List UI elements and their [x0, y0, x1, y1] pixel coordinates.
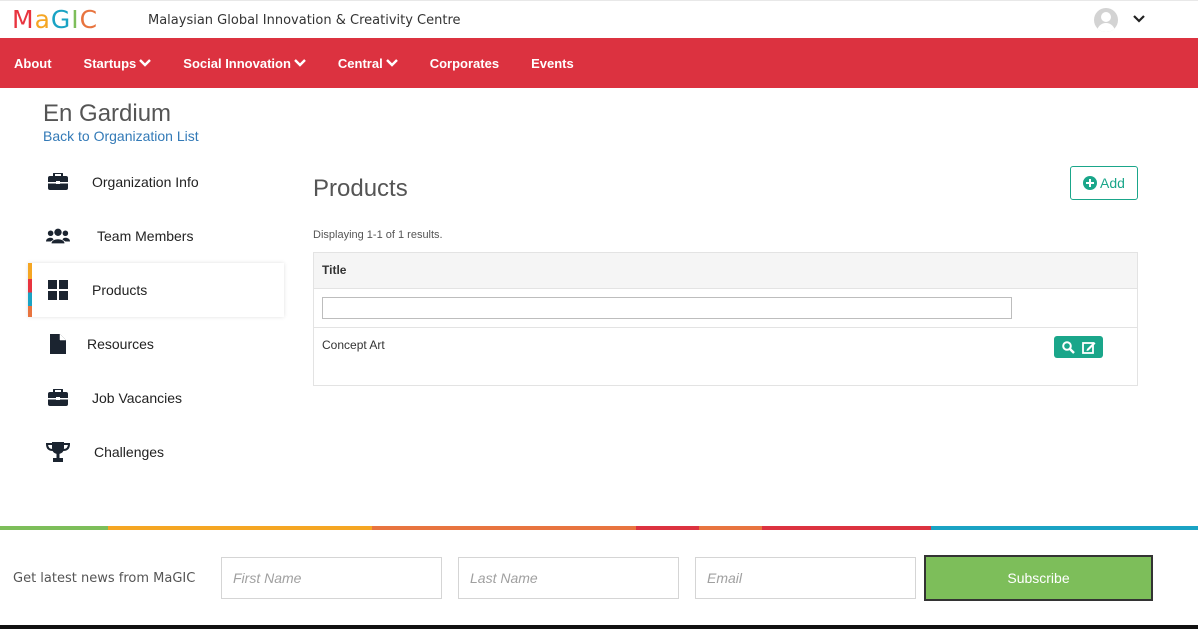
top-header: M a G I C Malaysian Global Innovation & …	[0, 0, 1198, 38]
sidebar-item-label: Job Vacancies	[92, 390, 183, 406]
edit-icon[interactable]	[1081, 341, 1096, 354]
newsletter-label: Get latest news from MaGIC	[13, 571, 196, 586]
nav-social-innovation[interactable]: Social Innovation	[183, 56, 306, 71]
main-navigation: About Startups Social Innovation Central…	[0, 38, 1198, 88]
users-icon	[46, 224, 70, 248]
products-table: Title Concept Art	[313, 252, 1138, 386]
sidebar-item-label: Resources	[87, 336, 154, 352]
nav-label: Central	[337, 55, 383, 71]
organization-name: En Gardium	[43, 100, 172, 127]
nav-label: About	[14, 55, 52, 71]
logo-letter-c: C	[79, 5, 99, 34]
subscribe-button[interactable]: Subscribe	[924, 555, 1153, 601]
nav-label: Corporates	[429, 55, 500, 71]
column-header-title[interactable]: Title	[314, 253, 1137, 289]
sidebar-item-team-members[interactable]: Team Members	[28, 209, 284, 263]
nav-label: Social Innovation	[183, 55, 291, 71]
chevron-down-icon	[139, 59, 152, 67]
email-field[interactable]	[695, 557, 916, 599]
nav-label: Startups	[83, 55, 137, 71]
column-header-label: Title	[322, 263, 347, 277]
chevron-down-icon	[294, 59, 306, 67]
logo-letter-a: a	[34, 5, 51, 34]
sidebar-item-products[interactable]: Products	[28, 263, 284, 317]
nav-corporates[interactable]: Corporates	[430, 56, 499, 71]
add-product-button[interactable]: Add	[1070, 166, 1138, 200]
logo-letter-i: I	[71, 5, 80, 34]
logo-letter-m: M	[12, 5, 35, 34]
grid-icon	[46, 278, 70, 302]
sidebar-item-job-vacancies[interactable]: Job Vacancies	[28, 371, 284, 425]
bottom-border	[0, 625, 1198, 629]
organization-sidebar: Organization Info Team Members Products …	[28, 155, 284, 479]
add-button-label: Add	[1100, 175, 1125, 191]
first-name-field[interactable]	[221, 557, 442, 599]
row-actions	[1054, 336, 1103, 358]
last-name-field[interactable]	[458, 557, 679, 599]
sidebar-item-resources[interactable]: Resources	[28, 317, 284, 371]
filter-row	[314, 289, 1137, 328]
active-indicator	[28, 263, 32, 317]
newsletter-footer: Get latest news from MaGIC Subscribe	[0, 530, 1198, 625]
logo-letter-g: G	[50, 5, 72, 34]
user-avatar-icon[interactable]	[1094, 8, 1118, 32]
nav-startups[interactable]: Startups	[84, 56, 152, 71]
table-row: Concept Art	[314, 328, 1137, 386]
sidebar-item-label: Challenges	[94, 444, 165, 460]
nav-events[interactable]: Events	[531, 56, 574, 71]
results-summary: Displaying 1-1 of 1 results.	[313, 229, 443, 241]
sidebar-item-organization-info[interactable]: Organization Info	[28, 155, 284, 209]
search-icon[interactable]	[1061, 340, 1075, 354]
briefcase-icon	[46, 170, 70, 194]
sidebar-item-label: Team Members	[97, 228, 194, 244]
product-title-cell: Concept Art	[322, 338, 385, 352]
sidebar-item-challenges[interactable]: Challenges	[28, 425, 284, 479]
nav-label: Events	[531, 55, 574, 71]
chevron-down-icon	[385, 59, 398, 67]
magic-logo[interactable]: M a G I C	[12, 5, 99, 34]
sidebar-item-label: Organization Info	[92, 174, 199, 190]
sidebar-item-label: Products	[92, 282, 148, 298]
trophy-icon	[46, 440, 70, 464]
chevron-down-icon[interactable]	[1132, 12, 1146, 26]
nav-about[interactable]: About	[14, 56, 52, 71]
briefcase-icon	[46, 386, 70, 410]
page-title: Products	[313, 175, 408, 202]
plus-circle-icon	[1083, 176, 1098, 190]
file-icon	[46, 332, 70, 356]
title-filter-input[interactable]	[322, 297, 1012, 319]
back-to-organization-list-link[interactable]: Back to Organization List	[43, 128, 199, 144]
nav-central[interactable]: Central	[338, 56, 398, 71]
site-tagline: Malaysian Global Innovation & Creativity…	[148, 13, 461, 28]
